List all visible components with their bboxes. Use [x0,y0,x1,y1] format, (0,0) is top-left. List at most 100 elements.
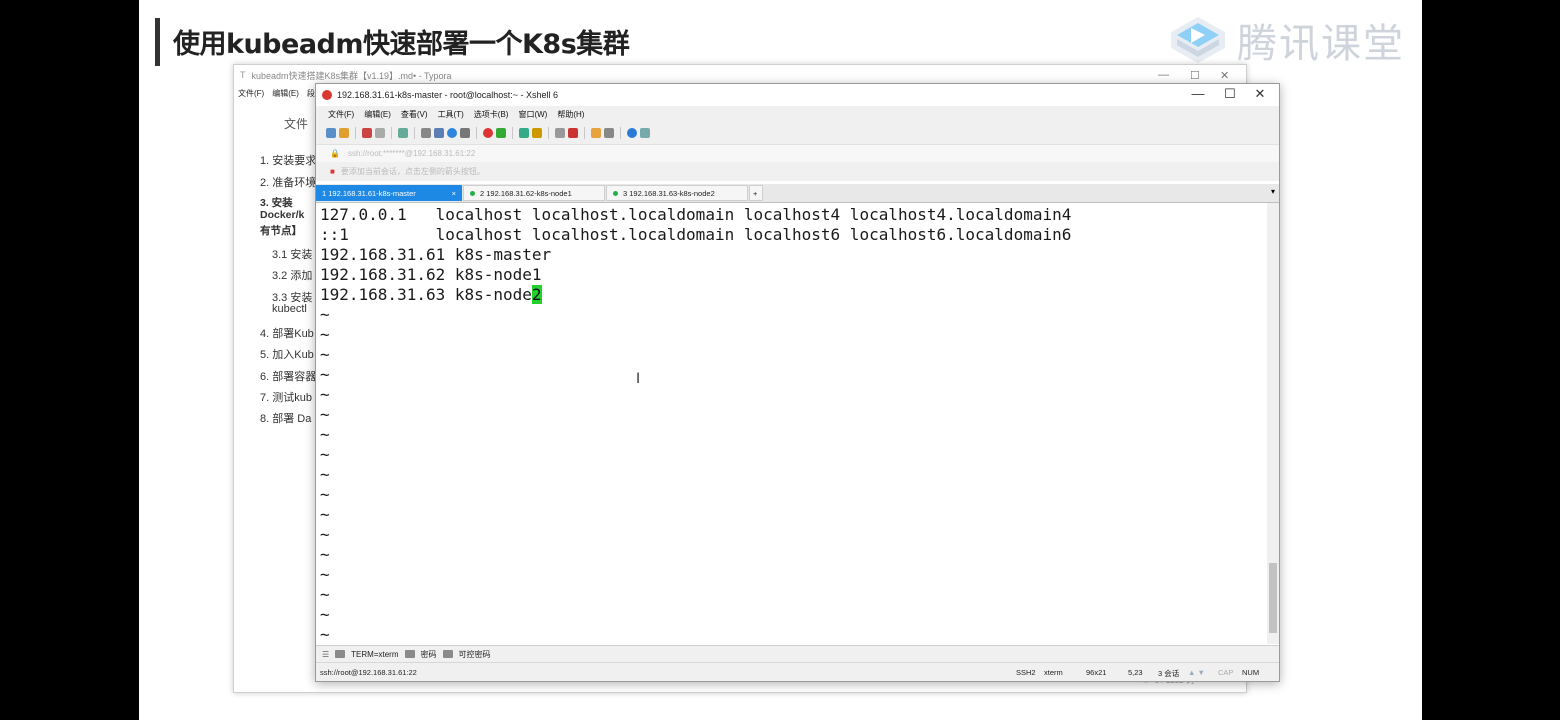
tab-close-icon[interactable]: × [452,189,456,198]
outline-item[interactable]: 4. 部署Kub [260,325,316,341]
tilde-marker: ~ [320,365,330,384]
disconnect-icon[interactable] [375,128,385,138]
menu-tools[interactable]: 工具(T) [438,109,464,120]
outline-item[interactable]: 3.2 添加 [272,267,312,283]
status-protocol: SSH2 [1016,668,1036,677]
typora-titlebar: T kubeadm快速搭建K8s集群【v1.19】.md• - Typora —… [234,65,1246,85]
print-icon[interactable] [434,128,444,138]
compose-controlled-password[interactable]: 可控密码 [459,649,491,660]
outline-item[interactable]: 有节点】 [260,223,302,238]
fullscreen-icon[interactable] [519,128,529,138]
tab-list-icon[interactable]: ▾ [1271,187,1275,196]
session-box-icon [335,650,346,658]
chat-icon[interactable] [640,128,650,138]
menu-window[interactable]: 窗口(W) [518,109,547,120]
compose-term[interactable]: TERM=xterm [351,650,398,659]
arrow-icons: ▲ ▼ [1188,668,1205,677]
tab-k8s-node1[interactable]: 2 192.168.31.62-k8s-node1 [463,185,605,201]
terminal-line: 127.0.0.1 localhost localhost.localdomai… [320,205,1072,224]
tencent-classroom-logo: 腾讯课堂 [1169,16,1405,67]
terminal-line-cursor: 192.168.31.63 k8s-node2 [320,285,542,305]
typora-logo-icon: T [240,70,246,80]
xshell-title: 192.168.31.61-k8s-master - root@localhos… [337,90,558,100]
menu-file[interactable]: 文件(F) [238,88,264,99]
toolbar-separator [391,127,392,139]
minimize-icon[interactable]: — [1188,86,1208,101]
xshell-window: 192.168.31.61-k8s-master - root@localhos… [315,83,1280,682]
lock-icon[interactable] [532,128,542,138]
tab-k8s-master[interactable]: 1 192.168.31.61-k8s-master × [316,185,462,201]
properties-icon[interactable] [398,128,408,138]
globe-icon[interactable] [447,128,457,138]
xshell-toolbar [316,122,1279,144]
status-position: 5,23 [1128,668,1143,677]
terminal-scrollbar[interactable] [1267,203,1279,644]
minimize-icon[interactable]: — [1158,69,1169,81]
outline-item[interactable]: 6. 部署容器 [260,368,316,384]
tilde-marker: ~ [320,485,330,504]
menu-tabs[interactable]: 选项卡(B) [474,109,509,120]
connected-icon [613,190,618,196]
tilde-marker: ~ [320,565,330,584]
menu-file[interactable]: 文件(F) [328,109,354,120]
tilde-marker: ~ [320,345,330,364]
new-session-icon[interactable] [326,128,336,138]
tilde-marker: ~ [320,605,330,624]
search-icon[interactable] [421,128,431,138]
toolbar-separator [512,127,513,139]
layout-icon[interactable] [604,128,614,138]
compose-password[interactable]: 密码 [421,649,437,660]
reconnect-icon[interactable] [362,128,372,138]
address-bar[interactable]: 🔒 ssh://root:*******@192.168.31.61:22 [316,144,1279,162]
tilde-marker: ~ [320,625,330,643]
outline-item[interactable]: 8. 部署 Da [260,410,316,426]
outline-item[interactable]: 7. 测试kub [260,389,316,405]
add-tab-button[interactable]: + [749,185,763,201]
xmanager-icon[interactable] [496,128,506,138]
address-input[interactable]: ssh://root:*******@192.168.31.61:22 [348,149,475,158]
scrollbar-thumb[interactable] [1269,563,1277,633]
maximize-icon[interactable]: ☐ [1190,69,1200,82]
tilde-marker: ~ [320,445,330,464]
logo-text: 腾讯课堂 [1237,21,1405,67]
terminal-line: 192.168.31.61 k8s-master [320,245,552,264]
outline-item[interactable]: 5. 加入Kub [260,346,316,362]
keyboard-icon[interactable] [555,128,565,138]
outline-item[interactable]: 1. 安装要求 [260,152,316,168]
toolbar-separator [414,127,415,139]
xftp-icon[interactable] [483,128,493,138]
play-logo-icon [1171,17,1225,63]
tilde-marker: ~ [320,525,330,544]
outline-item[interactable]: 3. 安装 [260,195,293,210]
terminal-area[interactable]: 127.0.0.1 localhost localhost.localdomai… [316,203,1265,644]
close-icon[interactable]: ✕ [1220,69,1229,82]
tilde-marker: ~ [320,505,330,524]
outline-item[interactable]: kubectl [272,303,316,315]
sidebar-files-tab[interactable]: 文件 [284,115,308,132]
script-icon[interactable] [591,128,601,138]
terminal-line: ::1 localhost localhost.localdomain loca… [320,225,1072,244]
menu-paragraph[interactable]: 段 [307,88,315,99]
outline-item[interactable]: 3.1 安装 [272,246,312,262]
slide-title: 使用kubeadm快速部署一个K8s集群 [173,29,630,60]
help-icon[interactable] [627,128,637,138]
tilde-marker: ~ [320,405,330,424]
menu-edit[interactable]: 编辑(E) [272,88,299,99]
highlight-icon[interactable] [568,128,578,138]
tilde-marker: ~ [320,465,330,484]
close-icon[interactable]: ✕ [1250,86,1270,102]
maximize-icon[interactable]: ☐ [1220,86,1240,102]
menu-icon[interactable]: ☰ [322,650,329,659]
font-icon[interactable] [460,128,470,138]
outline-item[interactable]: Docker/k [260,209,316,221]
toolbar-separator [548,127,549,139]
menu-view[interactable]: 查看(V) [401,109,428,120]
tilde-marker: ~ [320,545,330,564]
compose-bar: ☰ TERM=xterm 密码 可控密码 [316,645,1279,662]
menu-help[interactable]: 帮助(H) [557,109,584,120]
outline-item[interactable]: 2. 准备环境 [260,174,316,190]
open-folder-icon[interactable] [339,128,349,138]
menu-edit[interactable]: 编辑(E) [364,109,391,120]
tab-k8s-node2[interactable]: 3 192.168.31.63-k8s-node2 [606,185,748,201]
status-bar: ssh://root@192.168.31.61:22 SSH2 xterm 9… [316,662,1279,681]
